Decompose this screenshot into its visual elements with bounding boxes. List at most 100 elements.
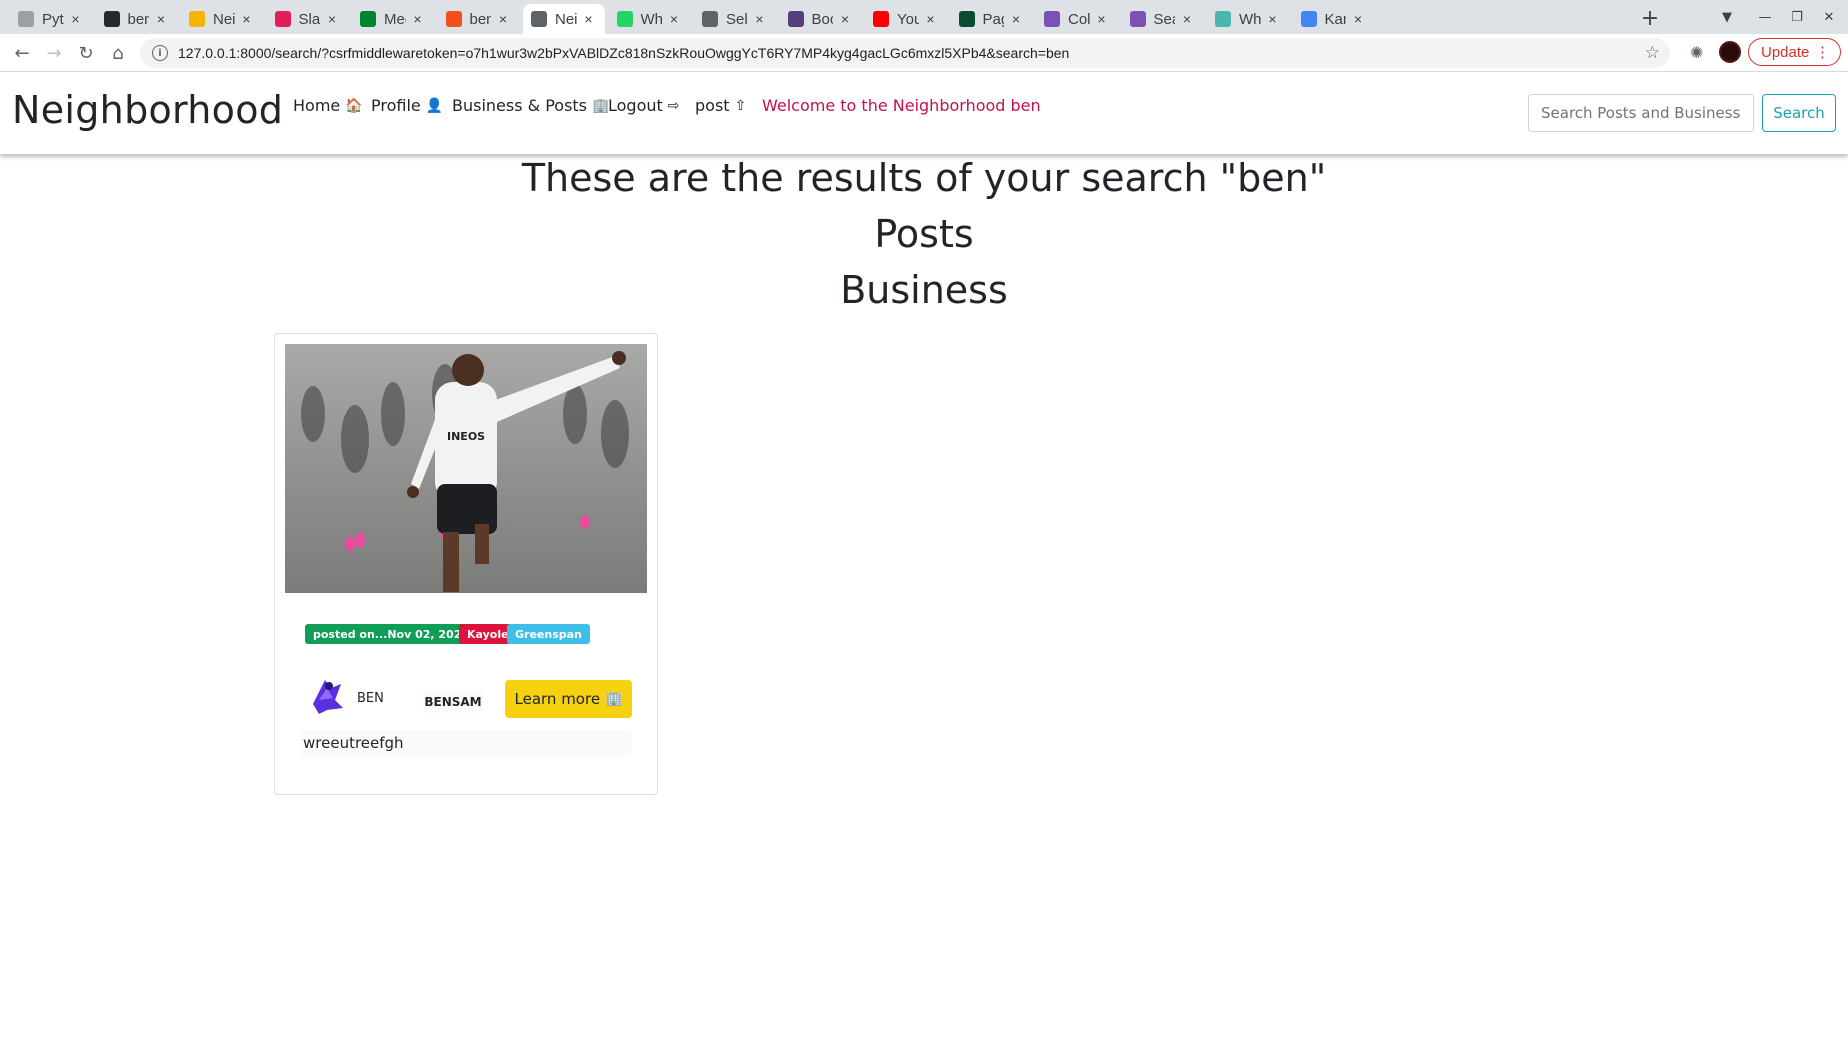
welcome-message: Welcome to the Neighborhood ben	[762, 96, 1041, 115]
nav-profile-label: Profile	[371, 96, 421, 115]
menu-dots-icon[interactable]: ⋮	[1815, 43, 1830, 61]
house-icon: 🏠	[345, 97, 363, 114]
search-button[interactable]: Search	[1762, 94, 1836, 132]
tab-favicon-icon	[360, 11, 376, 27]
tab-close-icon[interactable]: ×	[239, 11, 255, 27]
browser-tab[interactable]: Searc×	[1122, 4, 1204, 34]
nav-logout-label: Logout	[608, 96, 663, 115]
browser-tab[interactable]: Pytho×	[10, 4, 92, 34]
tab-favicon-icon	[1044, 11, 1060, 27]
nav-home-label: Home	[293, 96, 341, 115]
tab-close-icon[interactable]: ×	[410, 11, 426, 27]
building-icon: 🏢	[592, 97, 610, 114]
logout-icon: ⇨	[667, 97, 680, 114]
posted-date-badge: posted on...Nov 02, 2021	[305, 624, 478, 644]
extensions-icon[interactable]: ✺	[1690, 43, 1708, 62]
neighborhood-badge: Greenspan	[507, 624, 590, 644]
tab-search-icon[interactable]: ▼	[1716, 6, 1738, 28]
close-window-icon[interactable]: ✕	[1818, 6, 1840, 28]
author-username: BENSAM	[423, 691, 483, 713]
minimize-icon[interactable]: —	[1754, 6, 1776, 28]
tab-close-icon[interactable]: ×	[581, 11, 597, 27]
browser-tab[interactable]: YouTu×	[865, 4, 947, 34]
tab-close-icon[interactable]: ×	[1094, 11, 1110, 27]
author-avatar	[305, 674, 347, 716]
upload-icon: ⇧	[734, 97, 747, 114]
business-heading: Business	[840, 268, 1008, 312]
browser-tab[interactable]: Selec×	[694, 4, 776, 34]
posts-heading: Posts	[874, 212, 974, 256]
browser-profile-avatar[interactable]	[1719, 41, 1741, 63]
tab-title: bensa	[127, 10, 150, 28]
brand-logo[interactable]: Neighborhood	[12, 88, 283, 132]
tab-title: Boot	[811, 10, 834, 28]
tab-close-icon[interactable]: ×	[666, 11, 682, 27]
tab-title: Neigh	[555, 10, 577, 28]
home-icon[interactable]: ⌂	[104, 39, 132, 67]
reload-icon[interactable]: ↻	[72, 39, 100, 67]
tab-title: Pagin	[982, 10, 1005, 28]
learn-more-button[interactable]: Learn more 🏢	[505, 680, 632, 718]
tab-favicon-icon	[531, 11, 547, 27]
tab-close-icon[interactable]: ×	[1265, 11, 1281, 27]
browser-tab[interactable]: White×	[1207, 4, 1289, 34]
browser-tab[interactable]: Neigh×	[181, 4, 263, 34]
bookmark-star-icon[interactable]: ☆	[1645, 43, 1660, 63]
tab-close-icon[interactable]: ×	[1008, 11, 1024, 27]
tab-favicon-icon	[702, 11, 718, 27]
address-bar[interactable]: i 127.0.0.1:8000/search/?csrfmiddlewaret…	[140, 38, 1670, 68]
browser-toolbar: ← → ↻ ⌂ i 127.0.0.1:8000/search/?csrfmid…	[0, 34, 1848, 72]
browser-tab[interactable]: bensa×	[96, 4, 178, 34]
browser-tab[interactable]: ben&×	[438, 4, 520, 34]
nav-business-posts-link[interactable]: Business & Posts 🏢	[452, 96, 609, 115]
tab-title: What	[640, 10, 663, 28]
tab-favicon-icon	[787, 11, 804, 27]
tab-title: Neigh	[213, 10, 235, 28]
nav-home-link[interactable]: Home 🏠	[293, 96, 363, 115]
browser-tab[interactable]: Color×	[1036, 4, 1118, 34]
browser-tab[interactable]: Boot×	[780, 4, 862, 34]
restore-icon[interactable]: ❐	[1786, 6, 1808, 28]
tab-favicon-icon	[18, 11, 34, 27]
tab-close-icon[interactable]: ×	[68, 11, 84, 27]
tab-close-icon[interactable]: ×	[153, 11, 169, 27]
browser-tab[interactable]: Pagin×	[951, 4, 1033, 34]
business-description: wreeutreefgh	[301, 730, 631, 756]
forward-icon[interactable]: →	[40, 39, 68, 67]
tab-title: Kanit	[1324, 10, 1347, 28]
browser-tab[interactable]: What×	[609, 4, 691, 34]
tab-close-icon[interactable]: ×	[752, 11, 768, 27]
person-icon: 👤	[425, 97, 444, 114]
nav-logout-link[interactable]: Logout ⇨	[608, 96, 680, 115]
tab-close-icon[interactable]: ×	[1179, 11, 1195, 27]
tab-title: YouTu	[897, 10, 919, 28]
nav-profile-link[interactable]: Profile 👤	[371, 96, 443, 115]
business-card: INEOS posted on...Nov 02, 2021 Kayole Gr…	[274, 333, 658, 795]
search-input[interactable]	[1528, 94, 1754, 132]
tab-close-icon[interactable]: ×	[324, 11, 340, 27]
tab-favicon-icon	[616, 11, 633, 27]
tab-title: ben&	[469, 10, 492, 28]
author-name: BEN	[357, 691, 384, 706]
browser-tab[interactable]: Meet×	[352, 4, 434, 34]
update-button[interactable]: Update ⋮	[1748, 38, 1841, 66]
building-icon: 🏢	[605, 691, 623, 707]
tab-close-icon[interactable]: ×	[495, 11, 511, 27]
back-icon[interactable]: ←	[8, 39, 36, 67]
tab-close-icon[interactable]: ×	[837, 11, 853, 27]
tab-close-icon[interactable]: ×	[923, 11, 939, 27]
tab-title: White	[1239, 10, 1261, 28]
tab-close-icon[interactable]: ×	[1350, 11, 1366, 27]
tab-favicon-icon	[1129, 11, 1146, 27]
url-text[interactable]: 127.0.0.1:8000/search/?csrfmiddlewaretok…	[178, 45, 1069, 61]
new-tab-button[interactable]: +	[1636, 4, 1664, 32]
site-info-icon[interactable]: i	[152, 45, 168, 61]
tab-favicon-icon	[1300, 11, 1317, 27]
browser-tab[interactable]: Slack×	[267, 4, 349, 34]
browser-tab[interactable]: Kanit×	[1293, 4, 1375, 34]
nav-post-link[interactable]: post ⇧	[695, 96, 746, 115]
svg-text:INEOS: INEOS	[447, 430, 485, 443]
learn-more-label: Learn more	[514, 690, 601, 708]
nav-post-label: post	[695, 96, 730, 115]
browser-tab[interactable]: Neigh×	[523, 4, 605, 34]
